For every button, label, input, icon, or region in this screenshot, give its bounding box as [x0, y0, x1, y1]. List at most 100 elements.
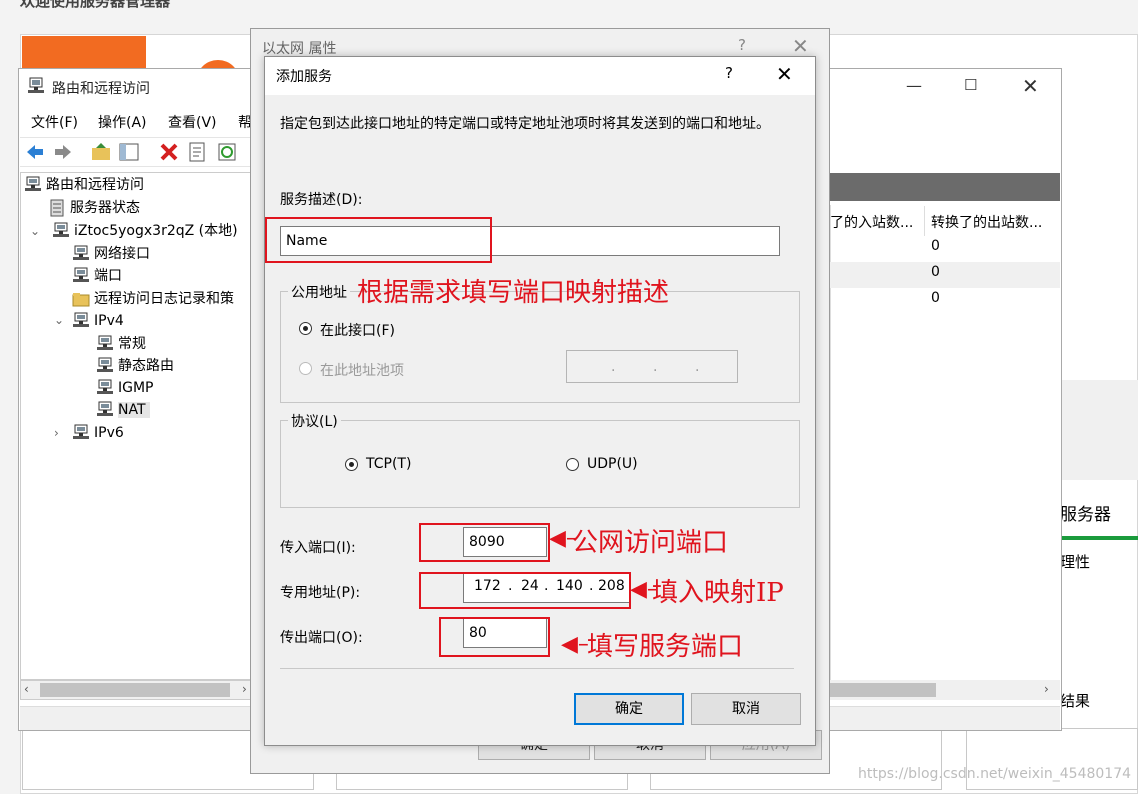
- annotation-description-note: 根据需求填写端口映射描述: [357, 278, 670, 308]
- column-divider: [924, 206, 925, 236]
- back-arrow-icon[interactable]: [24, 141, 46, 163]
- outgoing-port-label: 传出端口(O):: [280, 630, 363, 646]
- tree-item[interactable]: IPv6: [72, 422, 124, 444]
- bg-side-panel: [1060, 380, 1138, 480]
- annotation-box-outgoing-port: [439, 617, 550, 657]
- pool-ip-input[interactable]: . . .: [566, 350, 738, 383]
- tree-item-label: NAT: [118, 402, 150, 418]
- tree-item[interactable]: 路由和远程访问: [24, 174, 144, 196]
- tree-item-label: 常规: [118, 336, 146, 352]
- properties-icon[interactable]: [186, 141, 208, 163]
- tree-item[interactable]: IGMP: [96, 377, 154, 399]
- bg-server-label: 服务器: [1060, 505, 1111, 525]
- help-button[interactable]: ?: [738, 36, 746, 54]
- incoming-port-label: 传入端口(I):: [280, 540, 356, 556]
- group-title: 公用地址: [288, 282, 350, 302]
- expand-caret-icon[interactable]: ⌄: [54, 313, 64, 327]
- delete-icon[interactable]: [158, 141, 180, 163]
- server-icon: [97, 401, 113, 416]
- table-cell: 0: [931, 290, 940, 306]
- watermark: https://blog.csdn.net/weixin_45480174: [858, 766, 1132, 782]
- menu-file[interactable]: 文件(F): [31, 112, 78, 132]
- separator: [280, 668, 794, 669]
- bg-properties-label: 理性: [1060, 553, 1091, 571]
- tree-item[interactable]: 服务器状态: [48, 197, 140, 219]
- scroll-right-icon[interactable]: ›: [242, 682, 247, 696]
- annotation-arrow-icon: ◀–: [561, 632, 589, 657]
- forward-arrow-icon[interactable]: [52, 141, 74, 163]
- server-icon: [97, 357, 113, 372]
- tree-item-label: 服务器状态: [70, 200, 140, 216]
- close-button[interactable]: ✕: [776, 62, 793, 86]
- ok-button[interactable]: 确定: [574, 693, 684, 725]
- tree-item-label: IPv6: [94, 425, 124, 441]
- tree-item[interactable]: NAT: [96, 399, 150, 421]
- close-button[interactable]: ✕: [1022, 74, 1039, 98]
- annotation-box-private-ip: [419, 572, 631, 609]
- tree-item-label: 网络接口: [94, 246, 150, 262]
- service-description-label: 服务描述(D):: [280, 192, 363, 208]
- tree-item[interactable]: iZtoc5yogx3r2qZ (本地): [52, 220, 238, 242]
- server-icon: [97, 379, 113, 394]
- tree-item[interactable]: 静态路由: [96, 355, 174, 377]
- annotation-service-port-note: 填写服务端口: [587, 632, 744, 662]
- server-icon: [73, 267, 89, 282]
- tree-item[interactable]: 常规: [96, 333, 146, 355]
- annotation-public-port-note: 公网访问端口: [572, 528, 729, 558]
- server-status-icon: [50, 199, 64, 217]
- radio-address-pool[interactable]: [299, 362, 312, 375]
- tree-item-label: 端口: [94, 268, 122, 284]
- radio-udp[interactable]: [566, 458, 579, 471]
- server-icon: [53, 222, 69, 237]
- dialog-title: 以太网 属性: [262, 41, 337, 57]
- server-icon: [73, 424, 89, 439]
- show-hide-tree-icon[interactable]: [118, 141, 140, 163]
- expand-caret-icon[interactable]: ›: [54, 426, 59, 440]
- annotation-box-incoming-port: [419, 523, 550, 562]
- dialog-title: 添加服务: [276, 69, 332, 85]
- scroll-left-icon[interactable]: ‹: [24, 682, 29, 696]
- window-title: 路由和远程访问: [52, 81, 150, 97]
- up-folder-icon[interactable]: [90, 141, 112, 163]
- help-button[interactable]: ?: [725, 64, 733, 82]
- radio-tcp[interactable]: [345, 458, 358, 471]
- tree-item[interactable]: 远程访问日志记录和策: [72, 288, 234, 310]
- refresh-icon[interactable]: [216, 141, 238, 163]
- radio-label: 在此接口(F): [320, 323, 395, 339]
- scroll-right-icon[interactable]: ›: [1044, 682, 1049, 696]
- radio-label: 在此地址池项: [320, 363, 404, 379]
- radio-label: TCP(T): [366, 456, 412, 472]
- minimize-button[interactable]: —: [906, 76, 924, 95]
- column-outbound[interactable]: 转换了的出站数...: [931, 212, 1042, 232]
- server-manager-title: 欢迎使用服务器管理器: [20, 0, 171, 10]
- tree-item-label: iZtoc5yogx3r2qZ (本地): [74, 223, 238, 239]
- annotation-ip-note: 填入映射IP: [652, 578, 784, 608]
- tree-item[interactable]: IPv4: [72, 310, 124, 332]
- annotation-box-description: [265, 217, 492, 263]
- radio-this-interface[interactable]: [299, 322, 312, 335]
- tree-item[interactable]: 端口: [72, 265, 122, 287]
- tree-item[interactable]: 网络接口: [72, 243, 150, 265]
- right-pane-header: [830, 173, 1060, 201]
- tree-item-label: 静态路由: [118, 358, 174, 374]
- expand-caret-icon[interactable]: ⌄: [30, 224, 40, 238]
- column-inbound[interactable]: 了的入站数...: [830, 212, 913, 232]
- bg-accent-line: [1060, 536, 1138, 540]
- scrollbar-thumb[interactable]: [830, 683, 936, 697]
- server-icon: [73, 245, 89, 260]
- menu-view[interactable]: 查看(V): [168, 112, 217, 132]
- menu-action[interactable]: 操作(A): [98, 112, 147, 132]
- bg-results-label: 结果: [1060, 692, 1091, 710]
- tree-item-label: IPv4: [94, 313, 124, 329]
- cancel-button[interactable]: 取消: [691, 693, 801, 725]
- scrollbar-thumb[interactable]: [40, 683, 230, 697]
- close-button[interactable]: ✕: [792, 34, 809, 58]
- maximize-button[interactable]: ☐: [964, 76, 977, 94]
- protocol-group: [280, 420, 800, 508]
- tree-item-label: IGMP: [118, 380, 154, 396]
- table-cell: 0: [931, 264, 940, 280]
- dialog-description: 指定包到达此接口地址的特定端口或特定地址池项时将其发送到的端口和地址。: [280, 116, 770, 132]
- server-icon: [28, 77, 44, 93]
- tree-item-label: 路由和远程访问: [46, 177, 144, 193]
- private-address-label: 专用地址(P):: [280, 585, 361, 601]
